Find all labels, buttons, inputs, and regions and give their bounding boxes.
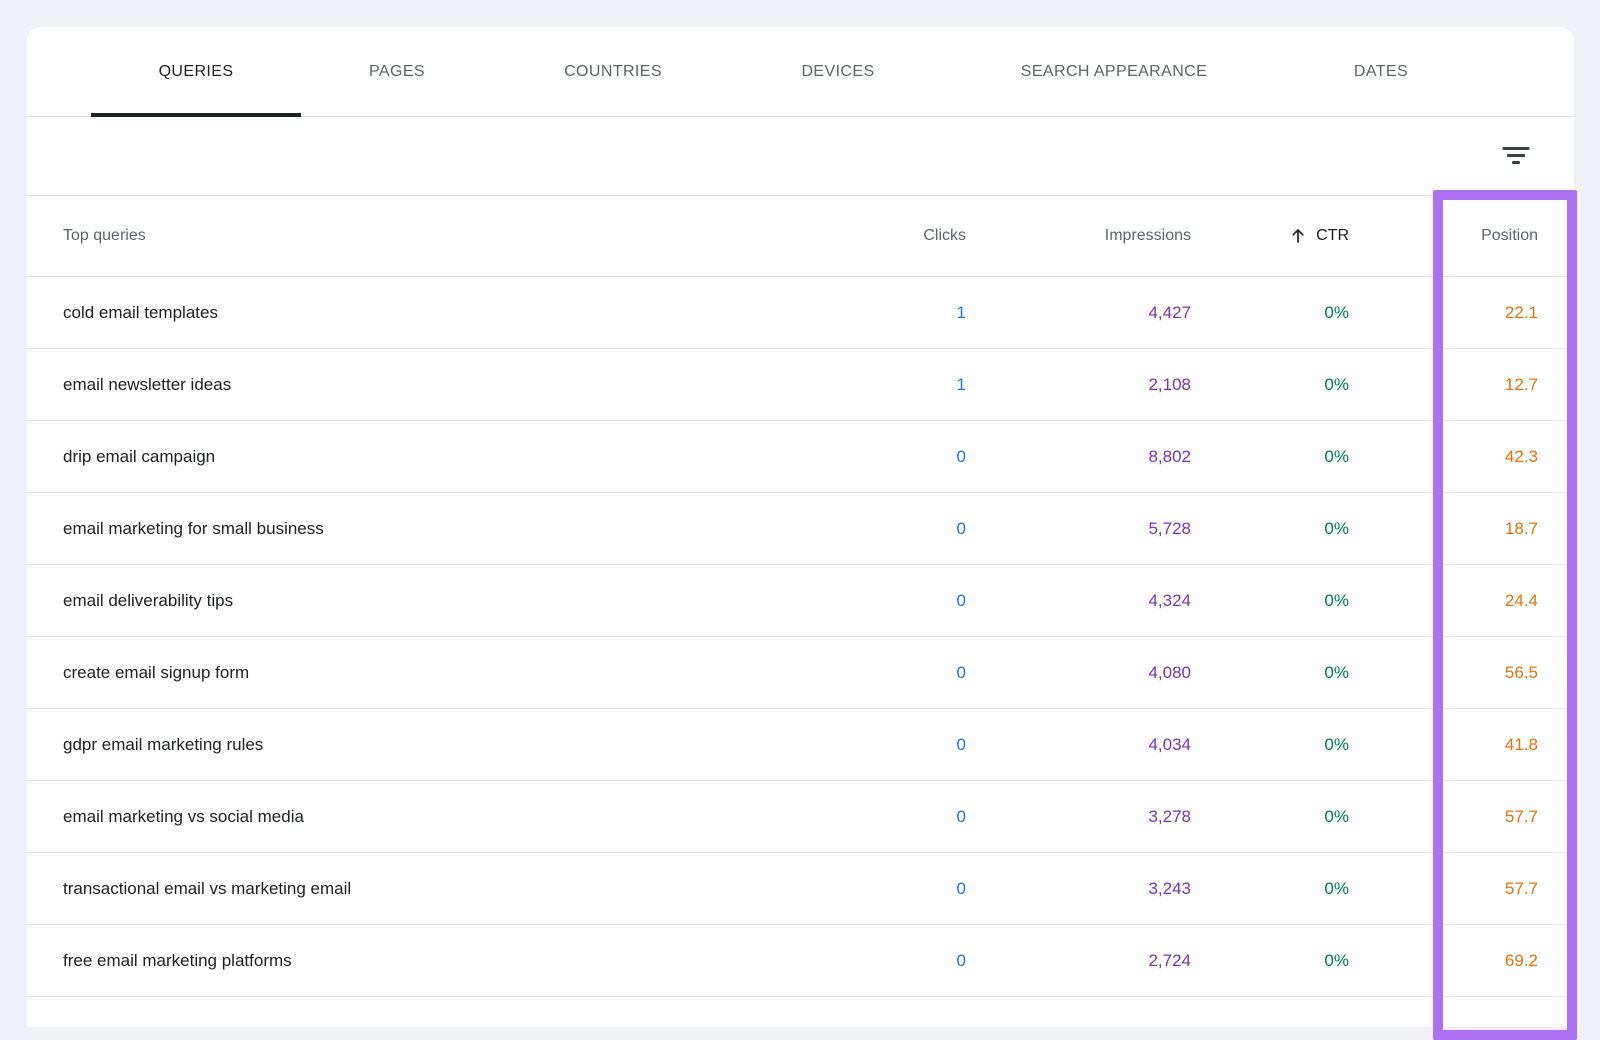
clicks-cell: 0: [796, 663, 966, 683]
position-cell: 57.7: [1349, 879, 1538, 899]
clicks-cell: 0: [796, 807, 966, 827]
table-body: cold email templates 1 4,427 0% 22.1 ema…: [27, 277, 1574, 997]
impressions-cell: 8,802: [966, 447, 1191, 467]
table-row[interactable]: cold email templates 1 4,427 0% 22.1: [27, 277, 1574, 349]
ctr-cell: 0%: [1191, 591, 1349, 611]
clicks-cell: 1: [796, 303, 966, 323]
table-row[interactable]: email marketing vs social media 0 3,278 …: [27, 781, 1574, 853]
tab-search-appearance[interactable]: SEARCH APPEARANCE: [943, 27, 1285, 116]
query-cell: transactional email vs marketing email: [63, 879, 796, 899]
query-cell: email marketing for small business: [63, 519, 796, 539]
impressions-cell: 4,427: [966, 303, 1191, 323]
ctr-cell: 0%: [1191, 735, 1349, 755]
page-background: { "tabs": [ { "label": "QUERIES", "activ…: [0, 0, 1600, 996]
column-header-impressions[interactable]: Impressions: [966, 227, 1191, 245]
table-row[interactable]: email marketing for small business 0 5,7…: [27, 493, 1574, 565]
tab-countries[interactable]: COUNTRIES: [493, 27, 733, 116]
table-row[interactable]: drip email campaign 0 8,802 0% 42.3: [27, 421, 1574, 493]
table-header-row: Top queries Clicks Impressions CTR Posit…: [27, 196, 1574, 277]
column-header-position[interactable]: Position: [1349, 227, 1538, 245]
table-row[interactable]: free email marketing platforms 0 2,724 0…: [27, 925, 1574, 997]
tab-pages[interactable]: PAGES: [301, 27, 493, 116]
arrow-upward-icon: [1290, 228, 1306, 244]
impressions-cell: 3,243: [966, 879, 1191, 899]
column-header-clicks[interactable]: Clicks: [796, 227, 966, 245]
clicks-cell: 0: [796, 519, 966, 539]
query-cell: email newsletter ideas: [63, 375, 796, 395]
ctr-cell: 0%: [1191, 519, 1349, 539]
impressions-cell: 2,724: [966, 951, 1191, 971]
position-cell: 56.5: [1349, 663, 1538, 683]
table-row[interactable]: email deliverability tips 0 4,324 0% 24.…: [27, 565, 1574, 637]
clicks-cell: 1: [796, 375, 966, 395]
query-cell: create email signup form: [63, 663, 796, 683]
query-cell: cold email templates: [63, 303, 796, 323]
table-row[interactable]: transactional email vs marketing email 0…: [27, 853, 1574, 925]
query-cell: email deliverability tips: [63, 591, 796, 611]
impressions-cell: 4,080: [966, 663, 1191, 683]
clicks-cell: 0: [796, 735, 966, 755]
ctr-cell: 0%: [1191, 879, 1349, 899]
column-header-ctr-label: CTR: [1316, 227, 1349, 245]
column-header-top-queries[interactable]: Top queries: [63, 227, 796, 245]
report-card: QUERIES PAGES COUNTRIES DEVICES SEARCH A…: [27, 27, 1574, 1027]
ctr-cell: 0%: [1191, 447, 1349, 467]
ctr-cell: 0%: [1191, 663, 1349, 683]
clicks-cell: 0: [796, 879, 966, 899]
impressions-cell: 5,728: [966, 519, 1191, 539]
tab-queries[interactable]: QUERIES: [91, 27, 301, 116]
table-row[interactable]: gdpr email marketing rules 0 4,034 0% 41…: [27, 709, 1574, 781]
position-cell: 18.7: [1349, 519, 1538, 539]
query-cell: drip email campaign: [63, 447, 796, 467]
table-row[interactable]: email newsletter ideas 1 2,108 0% 12.7: [27, 349, 1574, 421]
ctr-cell: 0%: [1191, 303, 1349, 323]
column-header-ctr[interactable]: CTR: [1191, 227, 1349, 245]
query-cell: email marketing vs social media: [63, 807, 796, 827]
position-cell: 42.3: [1349, 447, 1538, 467]
table-toolbar: [27, 117, 1574, 196]
tab-devices[interactable]: DEVICES: [733, 27, 943, 116]
query-cell: free email marketing platforms: [63, 951, 796, 971]
impressions-cell: 4,034: [966, 735, 1191, 755]
position-cell: 41.8: [1349, 735, 1538, 755]
clicks-cell: 0: [796, 951, 966, 971]
report-tabbar: QUERIES PAGES COUNTRIES DEVICES SEARCH A…: [27, 27, 1574, 117]
table-row[interactable]: create email signup form 0 4,080 0% 56.5: [27, 637, 1574, 709]
impressions-cell: 2,108: [966, 375, 1191, 395]
query-cell: gdpr email marketing rules: [63, 735, 796, 755]
position-cell: 24.4: [1349, 591, 1538, 611]
clicks-cell: 0: [796, 591, 966, 611]
ctr-cell: 0%: [1191, 375, 1349, 395]
impressions-cell: 3,278: [966, 807, 1191, 827]
position-cell: 69.2: [1349, 951, 1538, 971]
position-cell: 57.7: [1349, 807, 1538, 827]
position-cell: 22.1: [1349, 303, 1538, 323]
ctr-cell: 0%: [1191, 951, 1349, 971]
tab-dates[interactable]: DATES: [1285, 27, 1477, 116]
position-cell: 12.7: [1349, 375, 1538, 395]
clicks-cell: 0: [796, 447, 966, 467]
impressions-cell: 4,324: [966, 591, 1191, 611]
ctr-cell: 0%: [1191, 807, 1349, 827]
filter-list-icon[interactable]: [1502, 147, 1530, 165]
